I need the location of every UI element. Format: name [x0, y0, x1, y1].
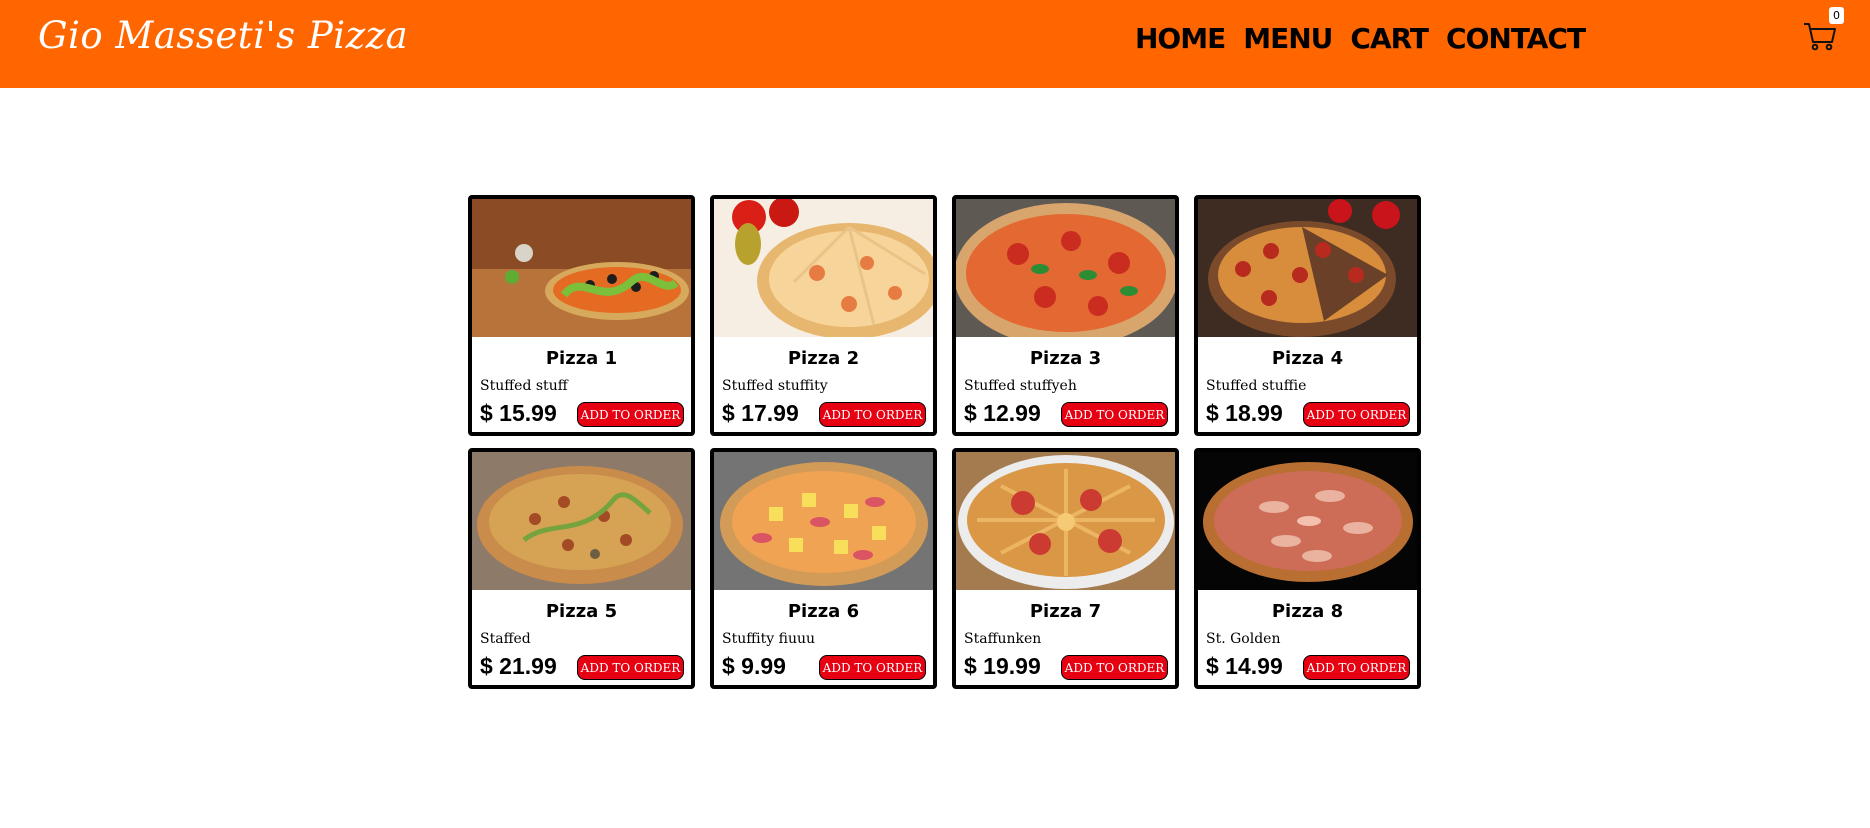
pizza-name: Pizza 2: [787, 348, 860, 369]
add-to-order-button[interactable]: ADD TO ORDER: [1303, 402, 1410, 427]
nav-cart-link[interactable]: CART: [1350, 22, 1429, 56]
pizza-description: St. Golden: [1206, 631, 1281, 647]
pizza-card: Pizza 1 Stuffed stuff $ 15.99 ADD TO ORD…: [468, 195, 695, 436]
pizza-name: Pizza 3: [1029, 348, 1102, 369]
cart-count-badge: 0: [1829, 7, 1844, 24]
pizza-price: $ 19.99: [964, 653, 1041, 679]
add-to-order-button[interactable]: ADD TO ORDER: [819, 655, 926, 680]
add-to-order-button[interactable]: ADD TO ORDER: [577, 655, 684, 680]
pizza-photo-image: [472, 199, 691, 337]
pizza-photo: [472, 452, 691, 590]
pizza-card: Pizza 8 St. Golden $ 14.99 ADD TO ORDER: [1194, 448, 1421, 689]
pizza-description: Stuffed stuffyeh: [964, 378, 1077, 394]
pizza-photo-image: [714, 452, 933, 590]
brand-logo[interactable]: Gio Masseti's Pizza: [38, 14, 408, 57]
pizza-card: Pizza 4 Stuffed stuffie $ 18.99 ADD TO O…: [1194, 195, 1421, 436]
pizza-photo: [714, 452, 933, 590]
pizza-price: $ 14.99: [1206, 653, 1283, 679]
cart-button[interactable]: 0: [1803, 7, 1844, 52]
pizza-menu-grid: Pizza 1 Stuffed stuff $ 15.99 ADD TO ORD…: [468, 195, 1421, 689]
add-to-order-button[interactable]: ADD TO ORDER: [1303, 655, 1410, 680]
pizza-description: Stuffed stuff: [480, 378, 568, 394]
pizza-card: Pizza 6 Stuffity fiuuu $ 9.99 ADD TO ORD…: [710, 448, 937, 689]
pizza-name: Pizza 4: [1271, 348, 1344, 369]
pizza-card: Pizza 3 Stuffed stuffyeh $ 12.99 ADD TO …: [952, 195, 1179, 436]
add-to-order-button[interactable]: ADD TO ORDER: [577, 402, 684, 427]
add-to-order-button[interactable]: ADD TO ORDER: [1061, 402, 1168, 427]
pizza-description: Stuffity fiuuu: [722, 631, 816, 647]
pizza-name: Pizza 5: [545, 601, 618, 622]
pizza-name: Pizza 1: [545, 348, 618, 369]
pizza-card: Pizza 2 Stuffed stuffity $ 17.99 ADD TO …: [710, 195, 937, 436]
add-to-order-button[interactable]: ADD TO ORDER: [819, 402, 926, 427]
pizza-description: Staffed: [480, 631, 531, 647]
nav-contact-link[interactable]: CONTACT: [1446, 22, 1586, 56]
pizza-price: $ 17.99: [722, 400, 799, 426]
pizza-photo-image: [1198, 199, 1417, 337]
pizza-description: Staffunken: [964, 631, 1042, 647]
pizza-photo: [714, 199, 933, 337]
pizza-photo: [472, 199, 691, 337]
pizza-price: $ 21.99: [480, 653, 557, 679]
nav-home-link[interactable]: HOME: [1135, 22, 1226, 56]
pizza-description: Stuffed stuffie: [1206, 378, 1307, 394]
nav-menu-link[interactable]: MENU: [1243, 22, 1333, 56]
pizza-card: Pizza 5 Staffed $ 21.99 ADD TO ORDER: [468, 448, 695, 689]
add-to-order-button[interactable]: ADD TO ORDER: [1061, 655, 1168, 680]
pizza-photo-image: [1198, 452, 1417, 590]
pizza-photo-image: [956, 199, 1175, 337]
pizza-price: $ 18.99: [1206, 400, 1283, 426]
pizza-price: $ 12.99: [964, 400, 1041, 426]
pizza-price: $ 15.99: [480, 400, 557, 426]
main-navigation: HOME MENU CART CONTACT: [1135, 22, 1586, 56]
site-header: Gio Masseti's Pizza HOME MENU CART CONTA…: [0, 0, 1870, 88]
pizza-name: Pizza 7: [1029, 601, 1102, 622]
pizza-name: Pizza 8: [1271, 601, 1344, 622]
pizza-description: Stuffed stuffity: [722, 378, 828, 394]
pizza-photo: [1198, 199, 1417, 337]
pizza-photo-image: [714, 199, 933, 337]
pizza-photo: [1198, 452, 1417, 590]
pizza-photo: [956, 452, 1175, 590]
pizza-photo-image: [956, 452, 1175, 590]
pizza-photo: [956, 199, 1175, 337]
pizza-card: Pizza 7 Staffunken $ 19.99 ADD TO ORDER: [952, 448, 1179, 689]
pizza-price: $ 9.99: [722, 653, 786, 679]
shopping-cart-icon: [1804, 23, 1836, 51]
pizza-photo-image: [472, 452, 691, 590]
pizza-name: Pizza 6: [787, 601, 860, 622]
